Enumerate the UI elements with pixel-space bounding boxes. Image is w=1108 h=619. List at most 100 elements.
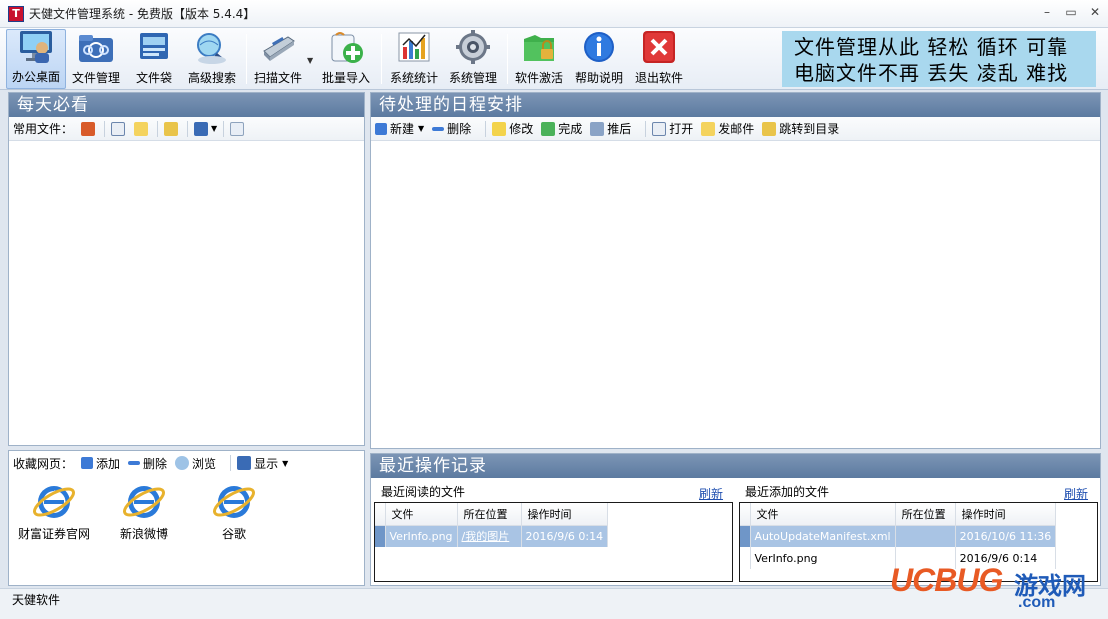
toolbar-button-exit[interactable]: 退出软件 xyxy=(632,29,686,89)
home-folder-icon[interactable] xyxy=(81,121,96,136)
schedule-email-label: 发邮件 xyxy=(718,122,755,136)
column-header-location[interactable]: 所在位置 xyxy=(457,503,522,526)
open-folder-icon[interactable] xyxy=(164,121,179,136)
toolbar-button-software-activation[interactable]: 软件激活 xyxy=(512,29,566,89)
recent-read-title: 最近阅读的文件 xyxy=(381,485,466,499)
separator xyxy=(187,120,189,137)
separator xyxy=(223,120,225,137)
view-dropdown-arrow-icon[interactable]: ▼ xyxy=(211,124,217,133)
table-row[interactable]: VerInfo.png /我的图片 2016/9/6 0:14 xyxy=(375,525,609,547)
status-text: 天健软件 xyxy=(12,593,61,607)
toolbar-button-batch-import[interactable]: 批量导入 xyxy=(318,29,374,89)
schedule-done-button[interactable]: 完成 xyxy=(541,120,582,137)
watermark-domain: .com xyxy=(1018,594,1056,611)
favorite-item[interactable]: 新浪微博 xyxy=(99,479,189,542)
toolbar-button-system-management[interactable]: 系统管理 xyxy=(446,29,500,89)
favorite-item[interactable]: 财富证券官网 xyxy=(9,479,99,542)
favorite-browse-button[interactable]: 浏览 xyxy=(175,455,216,472)
schedule-panel-header: 待处理的日程安排 xyxy=(371,93,1100,117)
toolbar-button-scan-file[interactable]: 扫描文件 xyxy=(252,29,304,89)
scanner-icon xyxy=(258,29,298,67)
column-header-time[interactable]: 操作时间 xyxy=(521,503,609,526)
document-bag-icon xyxy=(134,29,174,67)
slogan-line: 电脑文件不再 丢失 凌乱 难找 xyxy=(794,61,1069,85)
cell-file: AutoUpdateManifest.xml xyxy=(750,525,896,547)
search-globe-icon xyxy=(192,29,232,67)
column-header-time[interactable]: 操作时间 xyxy=(955,503,1057,526)
toolbar-label: 帮助说明 xyxy=(574,71,623,85)
toolbar-button-file-management[interactable]: 文件管理 xyxy=(68,29,124,89)
view-mode-icon[interactable] xyxy=(194,121,209,136)
daily-panel-header: 每天必看 xyxy=(9,93,364,117)
cell-location xyxy=(895,525,956,547)
calendar-icon[interactable] xyxy=(230,121,245,136)
minimize-button[interactable]: – xyxy=(1040,5,1054,19)
recent-added-refresh-link[interactable]: 刷新 xyxy=(1064,485,1088,502)
scan-dropdown-arrow-icon[interactable]: ▼ xyxy=(307,56,313,65)
column-header-file[interactable]: 文件 xyxy=(750,503,896,526)
open-file-icon xyxy=(652,121,667,136)
favorite-delete-button[interactable]: 删除 xyxy=(128,455,167,472)
favorite-item[interactable]: 谷歌 xyxy=(189,479,279,542)
maximize-button[interactable]: ▭ xyxy=(1064,5,1078,19)
schedule-delete-button[interactable]: 删除 xyxy=(432,120,471,137)
toolbar-button-office-desktop[interactable]: 办公桌面 xyxy=(6,29,66,89)
activation-lock-icon xyxy=(519,29,559,67)
recent-added-title: 最近添加的文件 xyxy=(745,485,830,499)
app-logo-icon: T xyxy=(8,5,24,22)
window-title: 天健文件管理系统 - 免费版【版本 5.4.4】 xyxy=(29,7,256,21)
table-row[interactable]: AutoUpdateManifest.xml 2016/10/6 11:36 xyxy=(740,525,1057,547)
cell-location-link[interactable]: /我的图片 xyxy=(457,525,522,547)
schedule-email-button[interactable]: 发邮件 xyxy=(701,120,754,137)
toolbar-label: 高级搜索 xyxy=(187,71,236,85)
column-header-location[interactable]: 所在位置 xyxy=(895,503,956,526)
schedule-new-button[interactable]: 新建 ▼ xyxy=(375,120,424,137)
schedule-edit-button[interactable]: 修改 xyxy=(492,120,533,137)
favorite-add-button[interactable]: 添加 xyxy=(81,455,120,472)
toolbar-button-help[interactable]: 帮助说明 xyxy=(572,29,626,89)
plus-icon xyxy=(81,457,94,469)
toolbar-label: 办公桌面 xyxy=(11,70,60,84)
ie-browser-icon xyxy=(31,479,77,525)
favorite-display-button[interactable]: 显示 ▼ xyxy=(237,455,288,472)
toolbar-separator xyxy=(246,34,247,84)
toolbar-label: 文件管理 xyxy=(71,71,120,85)
schedule-postpone-button[interactable]: 推后 xyxy=(590,120,631,137)
toolbar-button-system-statistics[interactable]: 系统统计 xyxy=(387,29,441,89)
watermark-brand: UCBUG xyxy=(890,562,1003,598)
preview-icon[interactable] xyxy=(111,121,126,136)
info-icon xyxy=(579,29,619,67)
recent-panel-header: 最近操作记录 xyxy=(371,454,1100,478)
common-files-label: 常用文件： xyxy=(13,122,74,136)
favorite-delete-label: 删除 xyxy=(143,456,168,471)
schedule-open-button[interactable]: 打开 xyxy=(652,120,693,137)
schedule-open-label: 打开 xyxy=(669,122,694,136)
slogan-banner: 文件管理从此 轻松 循环 可靠 电脑文件不再 丢失 凌乱 难找 xyxy=(782,31,1096,87)
toolbar-label: 系统管理 xyxy=(448,71,497,85)
schedule-postpone-label: 推后 xyxy=(607,122,632,136)
open-folder-icon xyxy=(762,121,777,136)
favorites-toolbar: 收藏网页： 添加 删除 浏览 显示 ▼ xyxy=(9,451,364,475)
toolbar-button-file-bag[interactable]: 文件袋 xyxy=(128,29,180,89)
toolbar-separator xyxy=(507,34,508,84)
display-mode-icon xyxy=(237,456,252,470)
cell-time: 2016/9/6 0:14 xyxy=(521,525,609,547)
column-header-file[interactable]: 文件 xyxy=(385,503,458,526)
cell-file: VerInfo.png xyxy=(385,525,458,547)
schedule-goto-button[interactable]: 跳转到目录 xyxy=(762,120,839,137)
toolbar-button-advanced-search[interactable]: 高级搜索 xyxy=(184,29,240,89)
toolbar-label: 批量导入 xyxy=(321,71,370,85)
favorite-add-label: 添加 xyxy=(96,456,121,471)
mail-icon[interactable] xyxy=(134,121,149,136)
favorites-label: 收藏网页： xyxy=(13,456,74,471)
postpone-icon xyxy=(590,121,605,136)
ie-browser-icon xyxy=(121,479,167,525)
slogan-line: 文件管理从此 轻松 循环 可靠 xyxy=(794,35,1069,59)
recent-read-refresh-link[interactable]: 刷新 xyxy=(699,485,723,502)
separator xyxy=(104,120,106,137)
edit-note-icon xyxy=(492,121,507,136)
favorite-item-label: 谷歌 xyxy=(221,527,246,541)
toolbar-label: 系统统计 xyxy=(389,71,438,85)
close-button[interactable]: ✕ xyxy=(1088,5,1102,19)
mail-icon xyxy=(701,121,716,136)
